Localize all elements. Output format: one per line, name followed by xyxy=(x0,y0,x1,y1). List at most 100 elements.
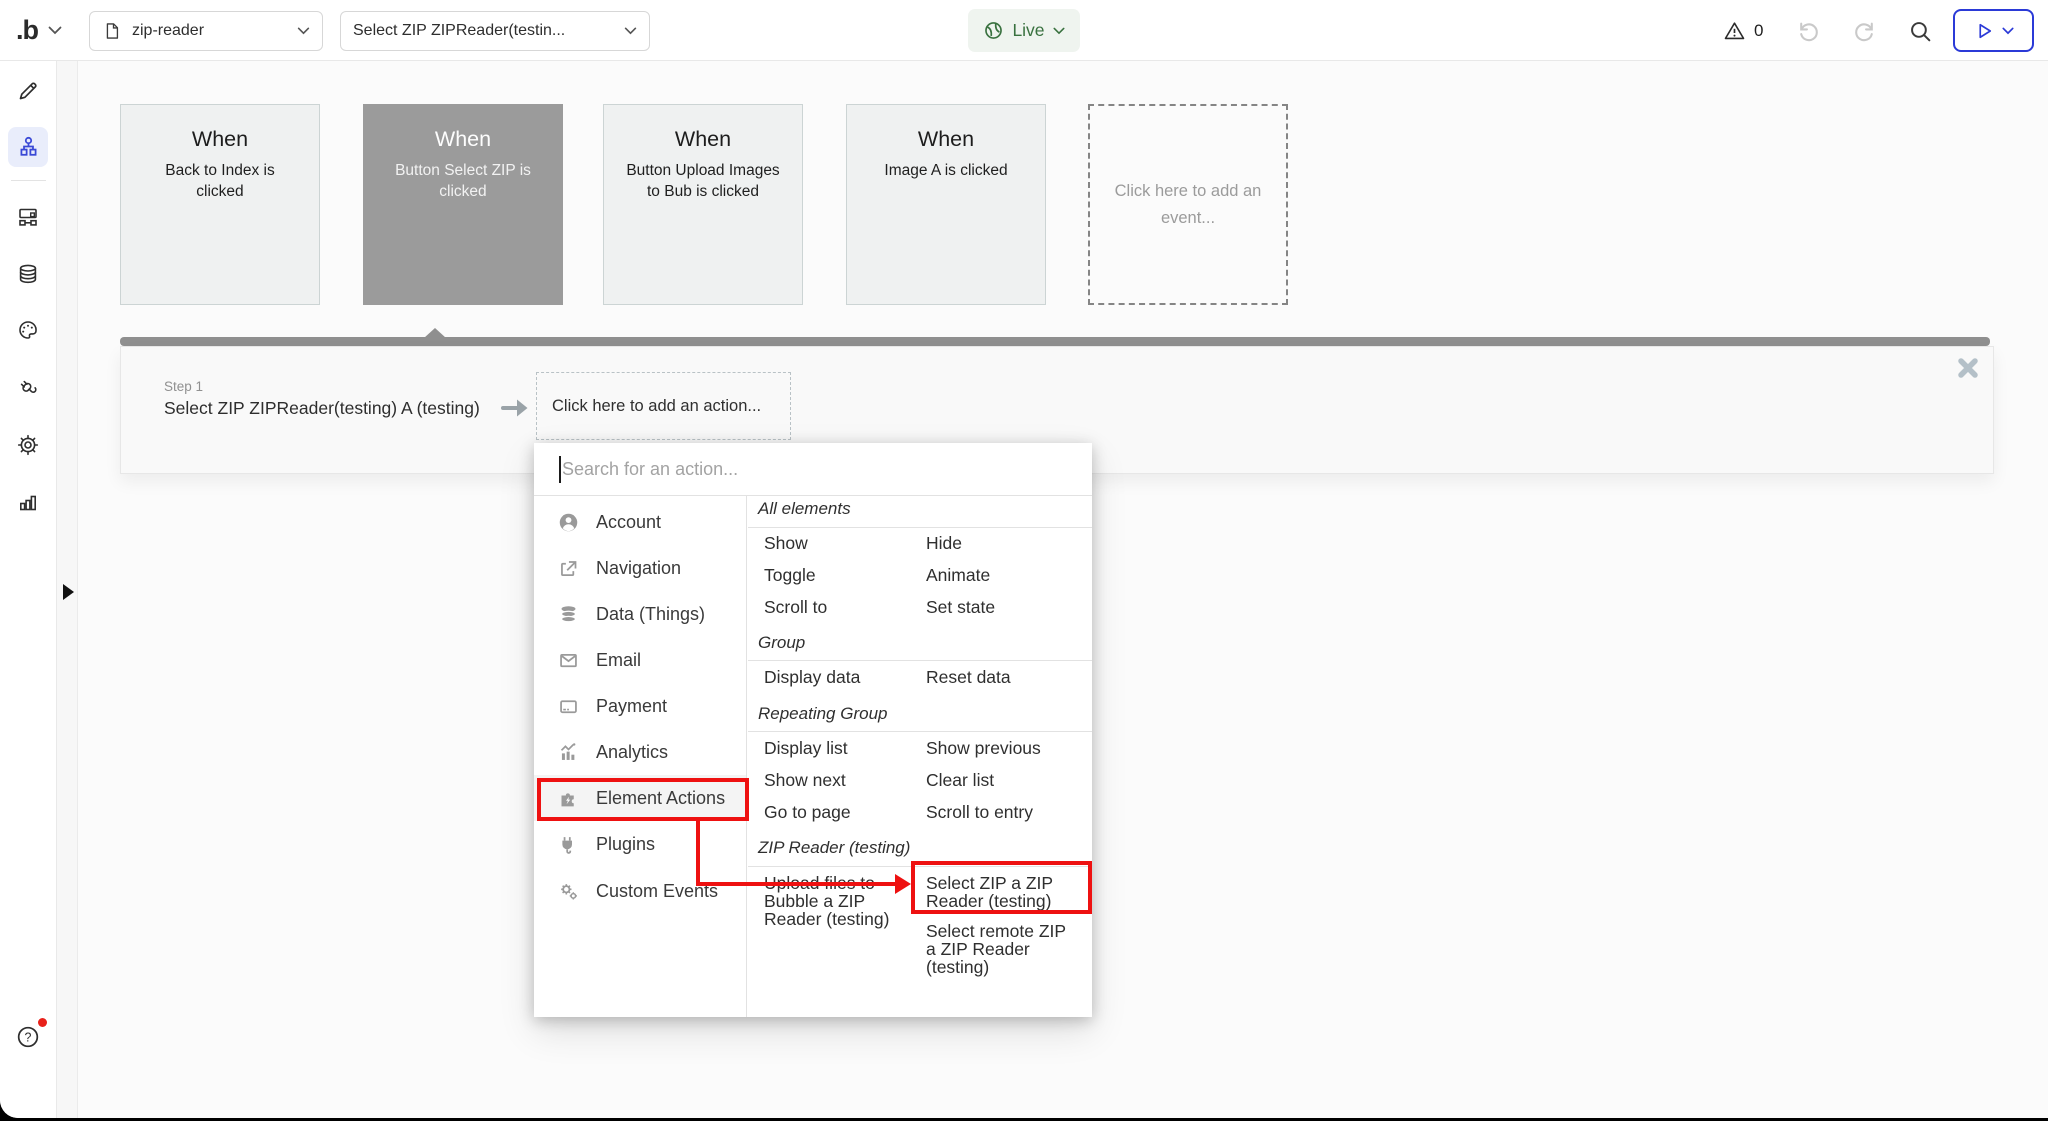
play-icon xyxy=(1974,20,1994,42)
action-reset-data[interactable]: Reset data xyxy=(926,668,1011,686)
action-select-zip[interactable]: Select ZIP a ZIP Reader (testing) xyxy=(926,874,1076,910)
section-header-zip-reader: ZIP Reader (testing) xyxy=(758,838,910,858)
pencil-icon xyxy=(16,79,40,103)
category-account[interactable]: Account xyxy=(534,499,746,545)
sidebar-item-design[interactable] xyxy=(8,71,48,111)
plug-icon xyxy=(558,834,579,855)
add-action-label: Click here to add an action... xyxy=(552,397,761,416)
notification-dot xyxy=(38,1018,47,1027)
chevron-down-icon xyxy=(2002,27,2014,35)
action-scroll-to-entry[interactable]: Scroll to entry xyxy=(926,803,1033,821)
section-header-repeating-group: Repeating Group xyxy=(758,704,887,724)
database-icon xyxy=(16,262,40,286)
puzzle-lightning-icon xyxy=(558,788,579,809)
action-select-remote-zip[interactable]: Select remote ZIP a ZIP Reader (testing) xyxy=(926,922,1076,976)
page-selector-label: Select ZIP ZIPReader(testin... xyxy=(353,22,614,40)
event-card-title: When xyxy=(604,127,802,152)
category-plugins[interactable]: Plugins xyxy=(534,821,746,867)
search-icon xyxy=(1908,19,1933,44)
svg-text:?: ? xyxy=(25,1031,32,1045)
action-search-menu: Account Navigation Data (Things) Email P… xyxy=(534,443,1092,1017)
expand-panel-handle[interactable] xyxy=(63,584,74,600)
action-toggle[interactable]: Toggle xyxy=(764,566,816,584)
action-show-next[interactable]: Show next xyxy=(764,771,846,789)
category-payment[interactable]: Payment xyxy=(534,683,746,729)
sidebar-item-settings[interactable] xyxy=(8,425,48,465)
app-selector-dropdown[interactable]: zip-reader xyxy=(89,11,323,51)
gear-icon xyxy=(16,433,40,457)
section-header-all-elements: All elements xyxy=(758,499,851,519)
event-card-desc: Button Select ZIP is clicked xyxy=(384,161,542,203)
palette-icon xyxy=(16,318,40,342)
action-show-previous[interactable]: Show previous xyxy=(926,739,1041,757)
credit-card-icon xyxy=(558,696,579,717)
gears-icon xyxy=(558,881,579,902)
close-panel-button[interactable] xyxy=(1956,356,1980,385)
action-list: All elements Show Hide Toggle Animate Sc… xyxy=(748,443,1092,1017)
page-icon xyxy=(102,20,122,42)
step-action-title[interactable]: Select ZIP ZIPReader(testing) A (testing… xyxy=(164,398,480,419)
action-hide[interactable]: Hide xyxy=(926,534,962,552)
account-icon xyxy=(558,512,579,533)
sidebar-item-data[interactable] xyxy=(8,254,48,294)
action-go-to-page[interactable]: Go to page xyxy=(764,803,851,821)
event-card[interactable]: When Button Upload Images to Bub is clic… xyxy=(603,104,803,305)
chevron-down-icon xyxy=(297,27,310,35)
event-card-desc: Button Upload Images to Bub is clicked xyxy=(624,161,782,203)
environment-selector-live[interactable]: Live xyxy=(968,9,1080,52)
layout-icon xyxy=(16,205,40,229)
globe-icon xyxy=(983,20,1004,41)
action-display-list[interactable]: Display list xyxy=(764,739,848,757)
event-card-title: When xyxy=(847,127,1045,152)
sidebar-item-workflow[interactable] xyxy=(8,127,48,167)
bubble-logo: .b xyxy=(16,15,38,46)
action-clear-list[interactable]: Clear list xyxy=(926,771,994,789)
navigation-icon xyxy=(558,558,579,579)
category-analytics[interactable]: Analytics xyxy=(534,729,746,775)
undo-button[interactable] xyxy=(1796,18,1822,44)
help-button[interactable]: ? xyxy=(8,1017,48,1057)
bubble-editor-window: .b zip-reader Select ZIP ZIPReader(testi… xyxy=(0,0,2048,1118)
category-element-actions[interactable]: Element Actions xyxy=(534,775,746,821)
section-header-group: Group xyxy=(758,633,805,653)
help-icon: ? xyxy=(15,1024,41,1050)
sidebar-item-logs[interactable] xyxy=(8,482,48,522)
bubble-logo-menu[interactable]: .b xyxy=(16,0,62,61)
sidebar-item-styles[interactable] xyxy=(8,310,48,350)
warning-triangle-icon xyxy=(1722,19,1747,43)
workflow-scrollbar[interactable] xyxy=(120,337,1990,346)
category-data-things[interactable]: Data (Things) xyxy=(534,591,746,637)
category-custom-events[interactable]: Custom Events xyxy=(534,868,746,914)
issues-indicator[interactable]: 0 xyxy=(1722,0,1763,61)
action-upload-files-zip[interactable]: Upload files to Bubble a ZIP Reader (tes… xyxy=(764,874,904,928)
close-icon xyxy=(1956,356,1980,380)
sidebar-item-reusables[interactable] xyxy=(8,197,48,237)
bar-chart-icon xyxy=(16,490,40,514)
action-animate[interactable]: Animate xyxy=(926,566,990,584)
event-card-selected[interactable]: When Button Select ZIP is clicked xyxy=(363,104,563,305)
action-set-state[interactable]: Set state xyxy=(926,598,995,616)
sidebar-item-plugins[interactable] xyxy=(8,368,48,408)
page-selector-dropdown[interactable]: Select ZIP ZIPReader(testin... xyxy=(340,11,650,51)
add-action-placeholder[interactable]: Click here to add an action... xyxy=(536,372,791,440)
preview-button[interactable] xyxy=(1953,9,2034,52)
issues-count: 0 xyxy=(1754,21,1763,41)
step-arrow-icon xyxy=(500,395,530,426)
chevron-down-icon xyxy=(1053,27,1065,35)
action-display-data[interactable]: Display data xyxy=(764,668,860,686)
text-caret xyxy=(559,456,561,483)
add-event-placeholder[interactable]: Click here to add an event... xyxy=(1088,104,1288,305)
add-event-label: Click here to add an event... xyxy=(1103,178,1273,231)
category-email[interactable]: Email xyxy=(534,637,746,683)
category-navigation[interactable]: Navigation xyxy=(534,545,746,591)
app-selector-label: zip-reader xyxy=(132,22,287,40)
action-show[interactable]: Show xyxy=(764,534,808,552)
redo-button[interactable] xyxy=(1852,18,1878,44)
action-scroll-to[interactable]: Scroll to xyxy=(764,598,827,616)
event-card[interactable]: When Back to Index is clicked xyxy=(120,104,320,305)
search-button[interactable] xyxy=(1908,18,1934,44)
top-toolbar: .b zip-reader Select ZIP ZIPReader(testi… xyxy=(0,0,2048,61)
envelope-icon xyxy=(558,650,579,671)
event-card[interactable]: When Image A is clicked xyxy=(846,104,1046,305)
plug-icon xyxy=(16,376,40,400)
